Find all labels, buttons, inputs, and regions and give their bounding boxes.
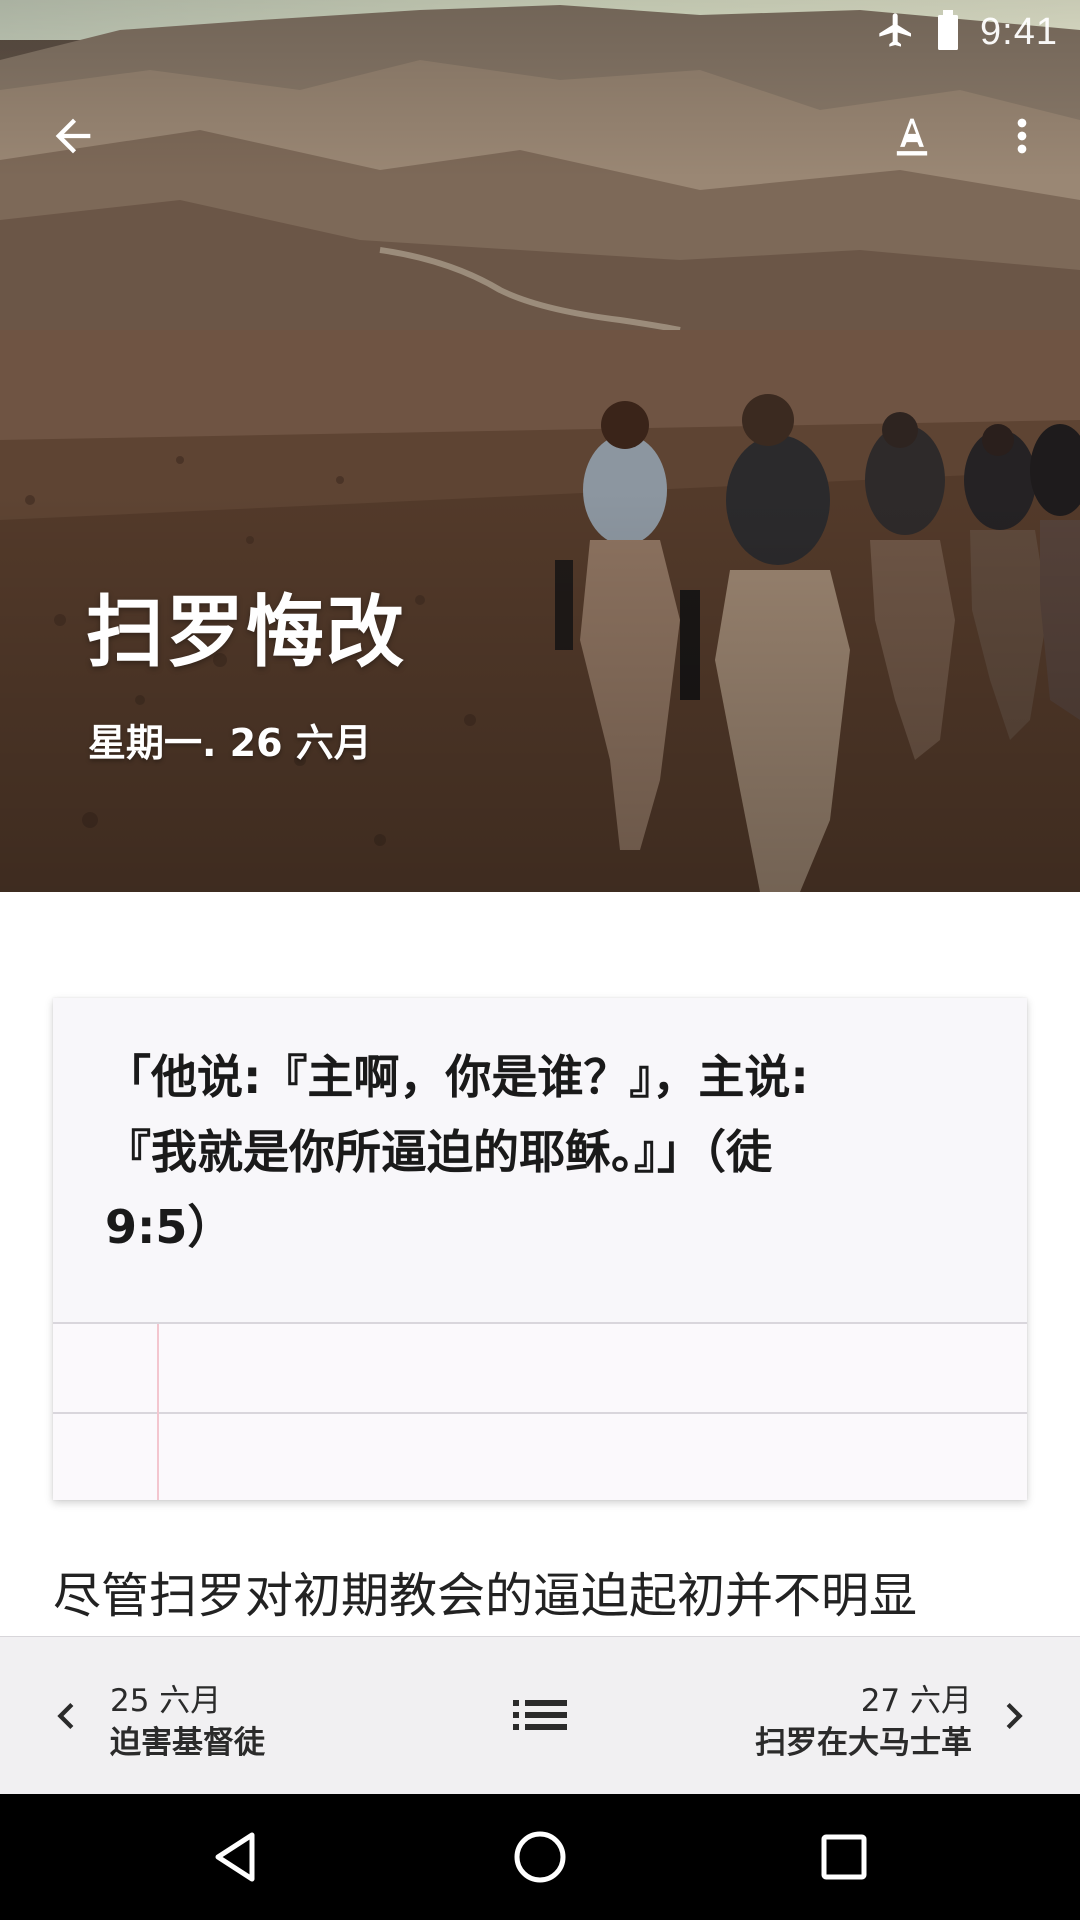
previous-lesson-date: 25 六月 <box>110 1683 222 1719</box>
text-format-icon <box>896 118 928 156</box>
system-home-button[interactable] <box>500 1817 580 1897</box>
battery-icon <box>934 10 962 54</box>
next-lesson-date: 27 六月 <box>860 1683 972 1719</box>
more-vert-icon <box>1017 118 1027 154</box>
notes-input-area[interactable] <box>53 1322 1027 1500</box>
chevron-left-icon <box>57 1703 74 1729</box>
back-triangle-icon <box>215 1832 255 1882</box>
home-circle-icon <box>514 1831 566 1883</box>
system-back-button[interactable] <box>196 1817 276 1897</box>
status-bar: 9:41 <box>876 8 1058 56</box>
system-navigation-bar <box>0 1794 1080 1920</box>
more-options-button[interactable] <box>974 88 1070 184</box>
next-lesson-title: 扫罗在大马士革 <box>755 1725 972 1761</box>
previous-lesson-button[interactable]: 25 六月 迫害基督徒 <box>0 1637 380 1795</box>
status-time: 9:41 <box>980 10 1058 53</box>
memory-verse-line: 『我就是你所逼迫的耶稣。』」（徒 <box>105 1125 772 1179</box>
memory-verse-card: 「他说:『主啊，你是谁？』，主说: 『我就是你所逼迫的耶稣。』」（徒 9:5） <box>53 998 1027 1500</box>
recents-square-icon <box>821 1834 867 1880</box>
airplane-mode-icon <box>876 10 916 54</box>
page-date: 星期一. 26 六月 <box>88 721 372 765</box>
chevron-right-icon <box>1006 1703 1023 1729</box>
lesson-navigation-bar: 25 六月 迫害基督徒 27 六月 扫罗在大马士革 <box>0 1636 1080 1795</box>
back-button[interactable] <box>25 88 121 184</box>
memory-verse-line: 「他说:『主啊，你是谁？』，主说: <box>105 1050 809 1104</box>
previous-lesson-title: 迫害基督徒 <box>110 1725 265 1761</box>
page-title: 扫罗悔改 <box>86 588 407 678</box>
text-format-button[interactable] <box>864 88 960 184</box>
hero-image: 9:41 扫罗悔改 星期一. 26 六月 <box>0 0 1080 892</box>
memory-verse-line: 9:5） <box>105 1200 234 1254</box>
notes-margin-line <box>157 1324 159 1500</box>
list-icon <box>513 1700 567 1730</box>
lesson-list-button[interactable] <box>492 1667 588 1763</box>
system-recents-button[interactable] <box>804 1817 884 1897</box>
arrow-back-icon <box>55 118 91 154</box>
lesson-body-text: 尽管扫罗对初期教会的逼迫起初并不明显 <box>53 1568 918 1624</box>
memory-verse-text: 「他说:『主啊，你是谁？』，主说: 『我就是你所逼迫的耶稣。』」（徒 9:5） <box>105 1040 985 1265</box>
next-lesson-button[interactable]: 27 六月 扫罗在大马士革 <box>660 1637 1080 1795</box>
notes-ruled-line <box>53 1412 1027 1414</box>
